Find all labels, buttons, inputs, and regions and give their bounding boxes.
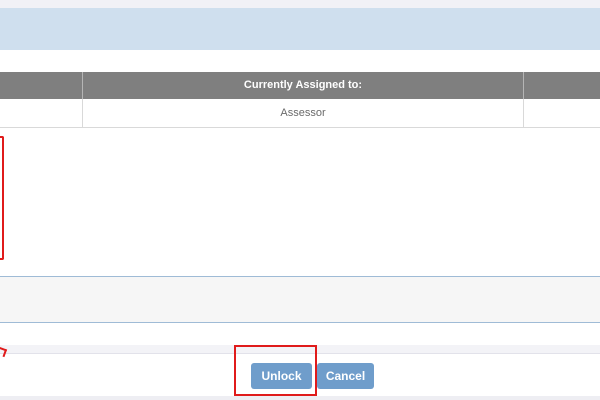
comment-area[interactable] — [0, 276, 600, 323]
table-row: Assessor — [0, 99, 600, 128]
table-header-cell-right — [524, 72, 600, 99]
annotation-highlight-unlock — [234, 345, 317, 396]
assignment-table-header: Currently Assigned to: — [0, 72, 600, 99]
annotation-highlight-left — [0, 136, 4, 260]
dialog-header-band — [0, 8, 600, 50]
cancel-button[interactable]: Cancel — [317, 363, 374, 389]
table-cell-assigned-to: Assessor — [83, 99, 524, 127]
table-cell-right — [524, 99, 600, 127]
table-header-cell-left — [0, 72, 83, 99]
bottom-divider — [0, 396, 600, 400]
top-strip — [0, 0, 600, 8]
table-cell-left — [0, 99, 83, 127]
annotation-arrow-mark — [0, 346, 8, 358]
table-header-currently-assigned: Currently Assigned to: — [83, 72, 524, 99]
